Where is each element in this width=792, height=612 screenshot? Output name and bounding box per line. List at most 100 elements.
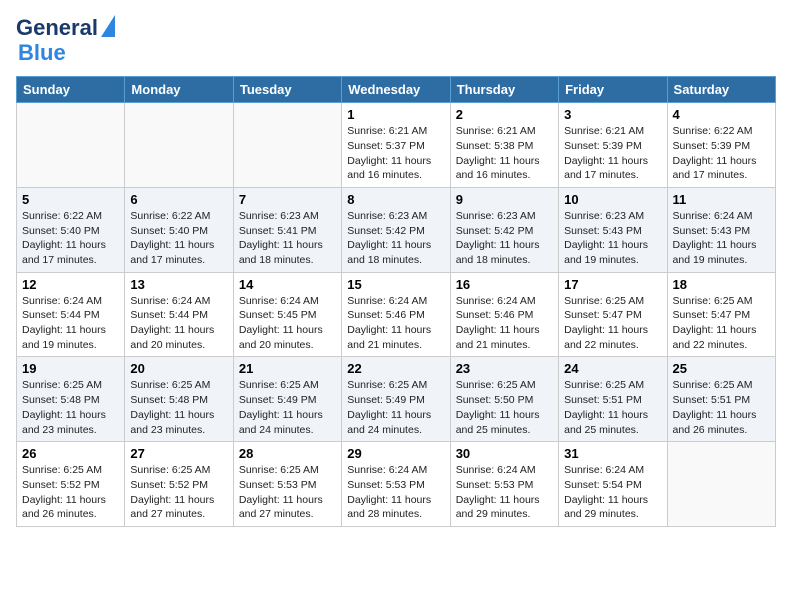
- calendar-cell: 2Sunrise: 6:21 AMSunset: 5:38 PMDaylight…: [450, 103, 558, 188]
- day-info: Sunrise: 6:24 AMSunset: 5:44 PMDaylight:…: [130, 294, 227, 353]
- day-number: 4: [673, 107, 770, 122]
- day-number: 14: [239, 277, 336, 292]
- day-number: 13: [130, 277, 227, 292]
- day-info: Sunrise: 6:22 AMSunset: 5:39 PMDaylight:…: [673, 124, 770, 183]
- logo-text: General: [16, 16, 98, 40]
- day-info: Sunrise: 6:25 AMSunset: 5:47 PMDaylight:…: [564, 294, 661, 353]
- day-number: 19: [22, 361, 119, 376]
- day-info: Sunrise: 6:24 AMSunset: 5:45 PMDaylight:…: [239, 294, 336, 353]
- calendar-cell: 4 Sunrise: 6:22 AMSunset: 5:39 PMDaylight…: [667, 103, 775, 188]
- calendar-cell: 9 Sunrise: 6:23 AMSunset: 5:42 PMDaylight…: [450, 187, 558, 272]
- calendar-cell: 12 Sunrise: 6:24 AMSunset: 5:44 PMDayligh…: [17, 272, 125, 357]
- day-number: 24: [564, 361, 661, 376]
- calendar-cell: 28 Sunrise: 6:25 AMSunset: 5:53 PMDayligh…: [233, 442, 341, 527]
- day-info: Sunrise: 6:25 AMSunset: 5:53 PMDaylight:…: [239, 463, 336, 522]
- day-number: 31: [564, 446, 661, 461]
- day-number: 10: [564, 192, 661, 207]
- calendar-cell: 13 Sunrise: 6:24 AMSunset: 5:44 PMDayligh…: [125, 272, 233, 357]
- day-info: Sunrise: 6:24 AMSunset: 5:53 PMDaylight:…: [347, 463, 444, 522]
- calendar-cell: 19 Sunrise: 6:25 AMSunset: 5:48 PMDayligh…: [17, 357, 125, 442]
- day-info: Sunrise: 6:25 AMSunset: 5:52 PMDaylight:…: [22, 463, 119, 522]
- calendar-cell: 26 Sunrise: 6:25 AMSunset: 5:52 PMDayligh…: [17, 442, 125, 527]
- page-header: General Blue: [16, 16, 776, 66]
- day-info: Sunrise: 6:23 AMSunset: 5:43 PMDaylight:…: [564, 209, 661, 268]
- day-info: Sunrise: 6:24 AMSunset: 5:43 PMDaylight:…: [673, 209, 770, 268]
- day-info: Sunrise: 6:22 AMSunset: 5:40 PMDaylight:…: [130, 209, 227, 268]
- col-header-tuesday: Tuesday: [233, 77, 341, 103]
- day-number: 12: [22, 277, 119, 292]
- day-number: 26: [22, 446, 119, 461]
- day-info: Sunrise: 6:24 AMSunset: 5:46 PMDaylight:…: [456, 294, 553, 353]
- calendar-cell: 15 Sunrise: 6:24 AMSunset: 5:46 PMDayligh…: [342, 272, 450, 357]
- day-info: Sunrise: 6:24 AMSunset: 5:53 PMDaylight:…: [456, 463, 553, 522]
- calendar-cell: 18 Sunrise: 6:25 AMSunset: 5:47 PMDayligh…: [667, 272, 775, 357]
- day-number: 2: [456, 107, 553, 122]
- calendar-cell: 17 Sunrise: 6:25 AMSunset: 5:47 PMDayligh…: [559, 272, 667, 357]
- day-number: 17: [564, 277, 661, 292]
- day-info: Sunrise: 6:25 AMSunset: 5:49 PMDaylight:…: [347, 378, 444, 437]
- day-info: Sunrise: 6:25 AMSunset: 5:49 PMDaylight:…: [239, 378, 336, 437]
- day-info: Sunrise: 6:24 AMSunset: 5:46 PMDaylight:…: [347, 294, 444, 353]
- calendar-cell: 21 Sunrise: 6:25 AMSunset: 5:49 PMDayligh…: [233, 357, 341, 442]
- day-number: 6: [130, 192, 227, 207]
- calendar-header-row: SundayMondayTuesdayWednesdayThursdayFrid…: [17, 77, 776, 103]
- calendar-week-row: 12 Sunrise: 6:24 AMSunset: 5:44 PMDayligh…: [17, 272, 776, 357]
- day-number: 7: [239, 192, 336, 207]
- calendar-cell: 20 Sunrise: 6:25 AMSunset: 5:48 PMDayligh…: [125, 357, 233, 442]
- logo-triangle-icon: [101, 15, 115, 37]
- calendar-cell: 23Sunrise: 6:25 AMSunset: 5:50 PMDayligh…: [450, 357, 558, 442]
- day-number: 21: [239, 361, 336, 376]
- calendar-cell: 25 Sunrise: 6:25 AMSunset: 5:51 PMDayligh…: [667, 357, 775, 442]
- calendar-cell: 11 Sunrise: 6:24 AMSunset: 5:43 PMDayligh…: [667, 187, 775, 272]
- calendar-cell: [125, 103, 233, 188]
- col-header-monday: Monday: [125, 77, 233, 103]
- calendar-cell: 31 Sunrise: 6:24 AMSunset: 5:54 PMDayligh…: [559, 442, 667, 527]
- calendar-table: SundayMondayTuesdayWednesdayThursdayFrid…: [16, 76, 776, 527]
- calendar-cell: 27Sunrise: 6:25 AMSunset: 5:52 PMDayligh…: [125, 442, 233, 527]
- day-info: Sunrise: 6:24 AMSunset: 5:54 PMDaylight:…: [564, 463, 661, 522]
- day-number: 11: [673, 192, 770, 207]
- day-info: Sunrise: 6:22 AMSunset: 5:40 PMDaylight:…: [22, 209, 119, 268]
- day-info: Sunrise: 6:23 AMSunset: 5:42 PMDaylight:…: [347, 209, 444, 268]
- day-info: Sunrise: 6:24 AMSunset: 5:44 PMDaylight:…: [22, 294, 119, 353]
- calendar-cell: 1 Sunrise: 6:21 AMSunset: 5:37 PMDaylight…: [342, 103, 450, 188]
- calendar-cell: 7 Sunrise: 6:23 AMSunset: 5:41 PMDaylight…: [233, 187, 341, 272]
- day-number: 28: [239, 446, 336, 461]
- col-header-friday: Friday: [559, 77, 667, 103]
- day-number: 3: [564, 107, 661, 122]
- col-header-sunday: Sunday: [17, 77, 125, 103]
- day-info: Sunrise: 6:25 AMSunset: 5:48 PMDaylight:…: [22, 378, 119, 437]
- day-number: 15: [347, 277, 444, 292]
- day-number: 22: [347, 361, 444, 376]
- col-header-saturday: Saturday: [667, 77, 775, 103]
- day-info: Sunrise: 6:23 AMSunset: 5:41 PMDaylight:…: [239, 209, 336, 268]
- calendar-cell: [17, 103, 125, 188]
- calendar-cell: 30Sunrise: 6:24 AMSunset: 5:53 PMDayligh…: [450, 442, 558, 527]
- day-number: 25: [673, 361, 770, 376]
- day-number: 23: [456, 361, 553, 376]
- col-header-wednesday: Wednesday: [342, 77, 450, 103]
- calendar-week-row: 1 Sunrise: 6:21 AMSunset: 5:37 PMDaylight…: [17, 103, 776, 188]
- calendar-week-row: 19 Sunrise: 6:25 AMSunset: 5:48 PMDayligh…: [17, 357, 776, 442]
- day-info: Sunrise: 6:25 AMSunset: 5:48 PMDaylight:…: [130, 378, 227, 437]
- day-number: 8: [347, 192, 444, 207]
- day-info: Sunrise: 6:25 AMSunset: 5:51 PMDaylight:…: [673, 378, 770, 437]
- day-info: Sunrise: 6:21 AMSunset: 5:39 PMDaylight:…: [564, 124, 661, 183]
- calendar-cell: 3 Sunrise: 6:21 AMSunset: 5:39 PMDaylight…: [559, 103, 667, 188]
- day-info: Sunrise: 6:25 AMSunset: 5:47 PMDaylight:…: [673, 294, 770, 353]
- calendar-cell: 6 Sunrise: 6:22 AMSunset: 5:40 PMDaylight…: [125, 187, 233, 272]
- day-info: Sunrise: 6:25 AMSunset: 5:52 PMDaylight:…: [130, 463, 227, 522]
- day-info: Sunrise: 6:21 AMSunset: 5:37 PMDaylight:…: [347, 124, 444, 183]
- calendar-cell: 16 Sunrise: 6:24 AMSunset: 5:46 PMDayligh…: [450, 272, 558, 357]
- day-info: Sunrise: 6:23 AMSunset: 5:42 PMDaylight:…: [456, 209, 553, 268]
- day-number: 20: [130, 361, 227, 376]
- calendar-cell: 22 Sunrise: 6:25 AMSunset: 5:49 PMDayligh…: [342, 357, 450, 442]
- day-number: 29: [347, 446, 444, 461]
- day-number: 16: [456, 277, 553, 292]
- day-number: 9: [456, 192, 553, 207]
- logo-blue: Blue: [18, 40, 66, 66]
- calendar-cell: 29 Sunrise: 6:24 AMSunset: 5:53 PMDayligh…: [342, 442, 450, 527]
- day-number: 1: [347, 107, 444, 122]
- calendar-cell: 24Sunrise: 6:25 AMSunset: 5:51 PMDayligh…: [559, 357, 667, 442]
- day-number: 18: [673, 277, 770, 292]
